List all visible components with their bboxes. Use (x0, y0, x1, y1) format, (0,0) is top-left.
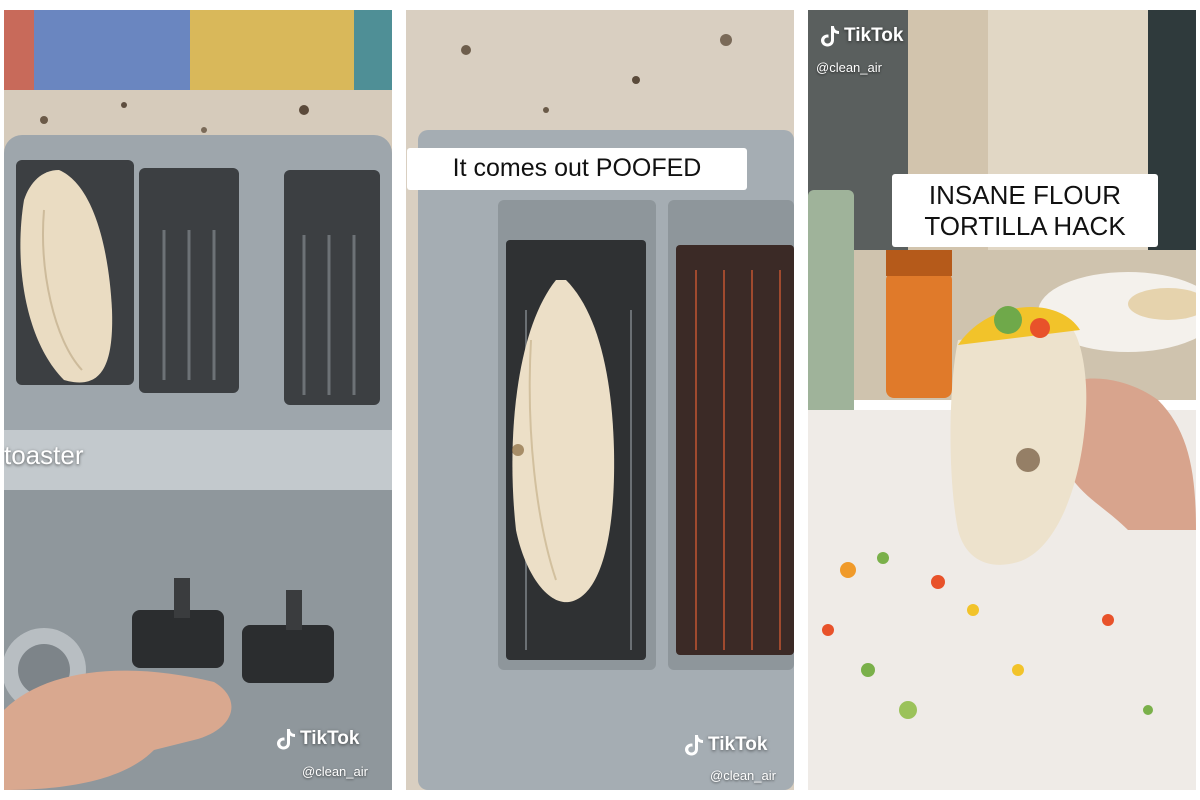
tiktok-handle: @clean_air (302, 764, 368, 779)
tiktok-watermark: TikTok (276, 728, 359, 750)
toaster-label: toaster (4, 440, 84, 470)
caption-line-1: INSANE FLOUR (928, 180, 1122, 210)
panel-toaster: toaster TikTok @clean_air (4, 10, 392, 790)
tiktok-brand: TikTok (300, 728, 360, 749)
panel-tortilla-hack: TikTok @clean_air INSANE FLOUR TORTILLA … (808, 10, 1196, 790)
taco-photo (808, 10, 1196, 790)
tiktok-brand: TikTok (844, 25, 904, 46)
tiktok-handle: @clean_air (816, 60, 882, 75)
panel-poofed: It comes out POOFED TikTok @clean_air (406, 10, 794, 790)
caption-poofed: It comes out POOFED (407, 148, 747, 190)
tiktok-handle: @clean_air (710, 768, 776, 783)
caption-line-2: TORTILLA HACK (924, 210, 1126, 241)
tiktok-logo-icon (685, 735, 703, 756)
tiktok-watermark: TikTok (820, 25, 903, 47)
tiktok-brand: TikTok (708, 734, 768, 755)
tiktok-logo-icon (821, 26, 839, 47)
tiktok-logo-icon (277, 729, 295, 750)
caption-tortilla-hack: INSANE FLOUR TORTILLA HACK (892, 174, 1158, 248)
tiktok-watermark: TikTok (684, 734, 767, 756)
poofed-photo (406, 10, 794, 790)
toaster-photo (4, 10, 392, 790)
